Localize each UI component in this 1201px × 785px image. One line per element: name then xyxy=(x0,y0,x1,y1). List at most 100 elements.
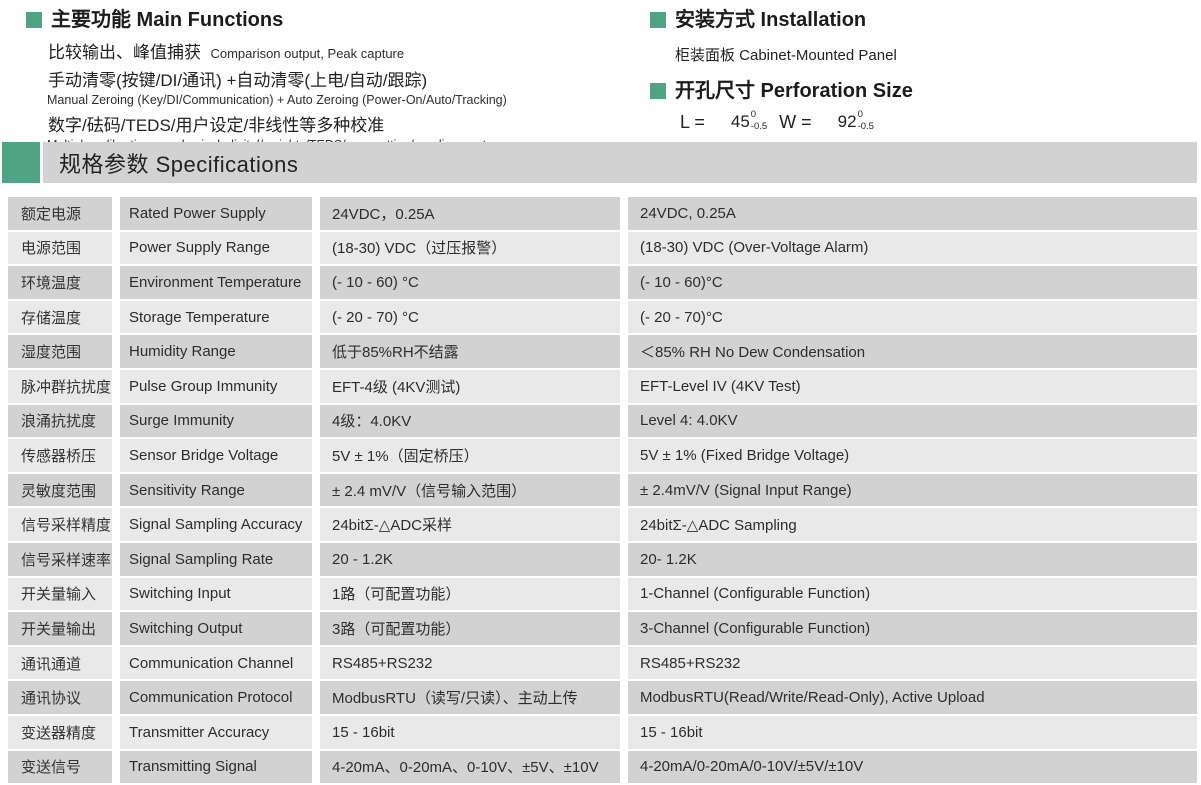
spec-table-row: 信号采样速率Signal Sampling Rate20 - 1.2K20- 1… xyxy=(8,543,1197,576)
spec-label-zh: 环境温度 xyxy=(8,266,112,299)
function-item-2-en: Manual Zeroing (Key/DI/Communication) + … xyxy=(47,93,626,108)
installation-title: 安装方式 Installation xyxy=(675,8,866,32)
spec-label-en: Power Supply Range xyxy=(120,232,312,265)
spec-value-zh: 5V ± 1%（固定桥压） xyxy=(320,439,620,472)
spec-value-en: (18-30) VDC (Over-Voltage Alarm) xyxy=(628,232,1197,265)
perforation-dimensions: L = 45 0 -0.5 W = 92 0 -0.5 xyxy=(680,111,1190,133)
spec-table-row: 开关量输出Switching Output3路（可配置功能）3-Channel … xyxy=(8,612,1197,645)
length-value: 45 xyxy=(731,112,750,132)
function-item-1-en: Comparison output, Peak capture xyxy=(210,46,404,61)
spec-value-en: EFT-Level IV (4KV Test) xyxy=(628,370,1197,403)
specifications-header: 规格参数 Specifications xyxy=(0,142,1201,183)
spec-table-row: 湿度范围Humidity Range低于85%RH不结露＜85% RH No D… xyxy=(8,335,1197,368)
spec-table-row: 额定电源Rated Power Supply24VDC，0.25A24VDC, … xyxy=(8,197,1197,230)
green-block-icon xyxy=(2,142,40,183)
width-tolerance-lower: -0.5 xyxy=(858,122,874,132)
spec-table-row: 通讯通道Communication ChannelRS485+RS232RS48… xyxy=(8,647,1197,680)
spec-label-en: Transmitter Accuracy xyxy=(120,716,312,749)
spec-value-en: ModbusRTU(Read/Write/Read-Only), Active … xyxy=(628,681,1197,714)
spec-sheet-page: 主要功能 Main Functions 比较输出、峰值捕获 Comparison… xyxy=(0,0,1201,785)
spec-value-zh: (18-30) VDC（过压报警） xyxy=(320,232,620,265)
spec-label-zh: 灵敏度范围 xyxy=(8,474,112,507)
spec-label-zh: 通讯协议 xyxy=(8,681,112,714)
spec-value-en: 3-Channel (Configurable Function) xyxy=(628,612,1197,645)
main-functions-title: 主要功能 Main Functions xyxy=(51,8,283,32)
spec-value-zh: ModbusRTU（读写/只读）、主动上传 xyxy=(320,681,620,714)
spec-value-zh: (- 20 - 70) °C xyxy=(320,301,620,334)
spec-value-zh: 1路（可配置功能） xyxy=(320,578,620,611)
green-square-icon xyxy=(650,83,666,99)
length-label: L = xyxy=(680,112,705,133)
length-tolerance-upper: 0 xyxy=(751,110,767,120)
spec-label-en: Surge Immunity xyxy=(120,405,312,438)
spec-label-zh: 信号采样速率 xyxy=(8,543,112,576)
perforation-title: 开孔尺寸 Perforation Size xyxy=(675,79,913,103)
spec-value-en: ＜85% RH No Dew Condensation xyxy=(628,335,1197,368)
function-item-2-zh: 手动清零(按键/DI/通讯) +自动清零(上电/自动/跟踪) xyxy=(48,70,626,92)
spec-value-zh: 15 - 16bit xyxy=(320,716,620,749)
spec-label-en: Pulse Group Immunity xyxy=(120,370,312,403)
spec-label-en: Sensitivity Range xyxy=(120,474,312,507)
installation-item: 柜装面板 Cabinet-Mounted Panel xyxy=(675,44,1190,65)
spec-value-zh: 20 - 1.2K xyxy=(320,543,620,576)
spec-table-row: 电源范围Power Supply Range(18-30) VDC（过压报警）(… xyxy=(8,232,1197,265)
spec-value-zh: 低于85%RH不结露 xyxy=(320,335,620,368)
green-square-icon xyxy=(26,12,42,28)
spec-value-zh: 4-20mA、0-20mA、0-10V、±5V、±10V xyxy=(320,751,620,784)
spec-value-zh: 4级：4.0KV xyxy=(320,405,620,438)
spec-label-en: Storage Temperature xyxy=(120,301,312,334)
top-section: 主要功能 Main Functions 比较输出、峰值捕获 Comparison… xyxy=(0,0,1201,142)
spec-label-zh: 电源范围 xyxy=(8,232,112,265)
spec-value-en: 20- 1.2K xyxy=(628,543,1197,576)
specifications-title: 规格参数 Specifications xyxy=(59,147,298,179)
spec-value-en: ± 2.4mV/V (Signal Input Range) xyxy=(628,474,1197,507)
installation-block: 安装方式 Installation 柜装面板 Cabinet-Mounted P… xyxy=(650,8,1190,133)
spec-label-zh: 开关量输出 xyxy=(8,612,112,645)
spec-value-en: 24bitΣ-△ADC Sampling xyxy=(628,508,1197,541)
spec-label-zh: 湿度范围 xyxy=(8,335,112,368)
spec-table-row: 变送器精度Transmitter Accuracy15 - 16bit15 - … xyxy=(8,716,1197,749)
spec-value-zh: 24VDC，0.25A xyxy=(320,197,620,230)
spec-value-en: RS485+RS232 xyxy=(628,647,1197,680)
function-item-1: 比较输出、峰值捕获 Comparison output, Peak captur… xyxy=(48,38,626,63)
spec-value-zh: ± 2.4 mV/V（信号输入范围） xyxy=(320,474,620,507)
spec-label-zh: 浪涌抗扰度 xyxy=(8,405,112,438)
spec-label-zh: 存储温度 xyxy=(8,301,112,334)
spec-label-zh: 开关量输入 xyxy=(8,578,112,611)
width-value: 92 xyxy=(838,112,857,132)
spec-label-en: Communication Channel xyxy=(120,647,312,680)
specifications-header-bar: 规格参数 Specifications xyxy=(43,142,1197,183)
spec-label-zh: 脉冲群抗扰度 xyxy=(8,370,112,403)
spec-label-en: Communication Protocol xyxy=(120,681,312,714)
spec-value-en: (- 20 - 70)°C xyxy=(628,301,1197,334)
spec-value-en: 24VDC, 0.25A xyxy=(628,197,1197,230)
spec-table-row: 灵敏度范围Sensitivity Range± 2.4 mV/V（信号输入范围）… xyxy=(8,474,1197,507)
spec-label-en: Signal Sampling Rate xyxy=(120,543,312,576)
specifications-table: 额定电源Rated Power Supply24VDC，0.25A24VDC, … xyxy=(8,197,1197,785)
spec-label-zh: 传感器桥压 xyxy=(8,439,112,472)
spec-label-en: Switching Output xyxy=(120,612,312,645)
spec-table-row: 变送信号Transmitting Signal4-20mA、0-20mA、0-1… xyxy=(8,751,1197,784)
spec-value-zh: RS485+RS232 xyxy=(320,647,620,680)
spec-value-en: 5V ± 1% (Fixed Bridge Voltage) xyxy=(628,439,1197,472)
spec-label-zh: 变送信号 xyxy=(8,751,112,784)
length-tolerance: 0 -0.5 xyxy=(751,110,767,132)
spec-table-row: 浪涌抗扰度Surge Immunity4级：4.0KVLevel 4: 4.0K… xyxy=(8,405,1197,438)
spec-value-zh: 24bitΣ-△ADC采样 xyxy=(320,508,620,541)
spec-table-row: 开关量输入Switching Input1路（可配置功能）1-Channel (… xyxy=(8,578,1197,611)
spec-table-row: 通讯协议Communication ProtocolModbusRTU（读写/只… xyxy=(8,681,1197,714)
spec-value-en: 15 - 16bit xyxy=(628,716,1197,749)
spec-label-en: Sensor Bridge Voltage xyxy=(120,439,312,472)
spec-value-en: 1-Channel (Configurable Function) xyxy=(628,578,1197,611)
width-tolerance-upper: 0 xyxy=(858,110,874,120)
spec-label-en: Signal Sampling Accuracy xyxy=(120,508,312,541)
spec-table-row: 信号采样精度Signal Sampling Accuracy24bitΣ-△AD… xyxy=(8,508,1197,541)
spec-label-zh: 额定电源 xyxy=(8,197,112,230)
spec-value-zh: (- 10 - 60) °C xyxy=(320,266,620,299)
spec-label-en: Environment Temperature xyxy=(120,266,312,299)
spec-value-zh: 3路（可配置功能） xyxy=(320,612,620,645)
installation-heading: 安装方式 Installation xyxy=(650,8,1190,32)
length-tolerance-lower: -0.5 xyxy=(751,122,767,132)
perforation-heading: 开孔尺寸 Perforation Size xyxy=(650,79,1190,103)
spec-label-en: Humidity Range xyxy=(120,335,312,368)
